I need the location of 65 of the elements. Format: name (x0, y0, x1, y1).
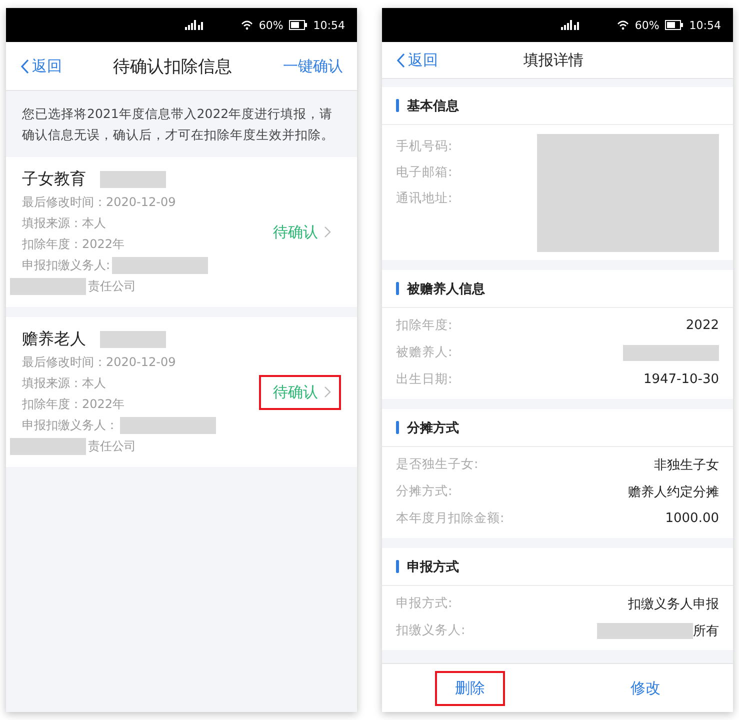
section-title: 申报方式 (407, 558, 459, 576)
signal-icon (560, 20, 581, 30)
battery-percent: 60% (258, 18, 284, 32)
redaction-block (100, 331, 166, 348)
field-value: 赡养人约定分摊 (628, 484, 719, 500)
signal-icon (184, 20, 205, 30)
field-value: 1000.00 (665, 511, 719, 526)
page-title: 填报详情 (524, 50, 584, 70)
card-detail: 最后修改时间：2020-12-09 (22, 354, 177, 371)
field-label: 电子邮箱: (396, 164, 452, 181)
redaction-block (100, 171, 166, 188)
field-value: 2022 (686, 318, 719, 333)
field-label: 分摊方式: (396, 483, 452, 500)
card-detail: 扣除年度：2022年 (22, 236, 126, 253)
card-detail: 填报来源：本人 (22, 375, 107, 392)
section-title: 被赡养人信息 (407, 280, 485, 298)
deduction-card[interactable]: 子女教育 最后修改时间：2020-12-09 填报来源：本人 扣除年度：2022年 申报扣缴义务人: 责任公司 待确认 (6, 157, 357, 307)
wifi-icon (240, 20, 253, 30)
deduction-card[interactable]: 赡养老人 最后修改时间：2020-12-09 填报来源：本人 扣除年度：2022年 申报扣缴义务人： 责任公司 待确认 (6, 317, 357, 467)
card-detail: 申报扣缴义务人: (22, 257, 110, 274)
card-detail: 填报来源：本人 (22, 215, 107, 232)
confirm-all-link[interactable]: 一键确认 (283, 56, 343, 76)
section-marker (396, 282, 399, 295)
chevron-left-icon (396, 52, 405, 68)
battery-icon (665, 20, 684, 30)
field-label: 手机号码: (396, 138, 452, 155)
field-label: 被赡养人: (396, 344, 452, 361)
card-detail: 扣除年度：2022年 (22, 396, 126, 413)
field-label: 通讯地址: (396, 190, 452, 207)
field-value: 所有 (693, 622, 719, 640)
field-label: 扣缴义务人: (396, 622, 466, 639)
status-link[interactable]: 待确认 (259, 374, 341, 410)
back-link[interactable]: 返回 (20, 56, 62, 76)
status-link[interactable]: 待确认 (259, 214, 341, 250)
notice-text: 您已选择将2021年度信息带入2022年度进行填报，请确认信息无误，确认后，才可在扣除年度生效并扣除。 (21, 105, 335, 144)
card-title: 赡养老人 (22, 329, 86, 350)
card-detail: 最后修改时间：2020-12-09 (22, 194, 177, 211)
field-label: 申报方式: (396, 595, 452, 612)
battery-icon (289, 20, 308, 30)
section-title: 基本信息 (407, 98, 459, 114)
chevron-right-icon (324, 386, 331, 398)
card-detail: 责任公司 (88, 438, 136, 455)
field-label: 是否独生子女: (396, 456, 478, 473)
field-label: 本年度月扣除金额: (396, 510, 504, 527)
section-title: 分摊方式 (407, 420, 459, 436)
chevron-right-icon (324, 226, 331, 238)
wifi-icon (616, 20, 629, 30)
page-title: 待确认扣除信息 (113, 56, 232, 78)
section-marker (396, 421, 399, 434)
field-value: 扣缴义务人申报 (628, 596, 719, 612)
chevron-left-icon (20, 58, 29, 74)
section-marker (396, 99, 399, 112)
card-title: 子女教育 (22, 169, 86, 190)
status-time: 10:54 (313, 18, 345, 32)
field-label: 出生日期: (396, 371, 452, 388)
battery-percent: 60% (634, 18, 660, 32)
field-value: 1947-10-30 (643, 372, 719, 387)
field-value: 非独生子女 (654, 456, 719, 474)
field-label: 扣除年度: (396, 317, 452, 334)
back-link[interactable]: 返回 (396, 50, 438, 70)
card-detail: 责任公司 (88, 278, 136, 295)
action-button[interactable]: 删除 (434, 670, 505, 706)
status-time: 10:54 (689, 18, 721, 32)
card-detail: 申报扣缴义务人： (22, 417, 118, 434)
section-marker (396, 560, 399, 573)
